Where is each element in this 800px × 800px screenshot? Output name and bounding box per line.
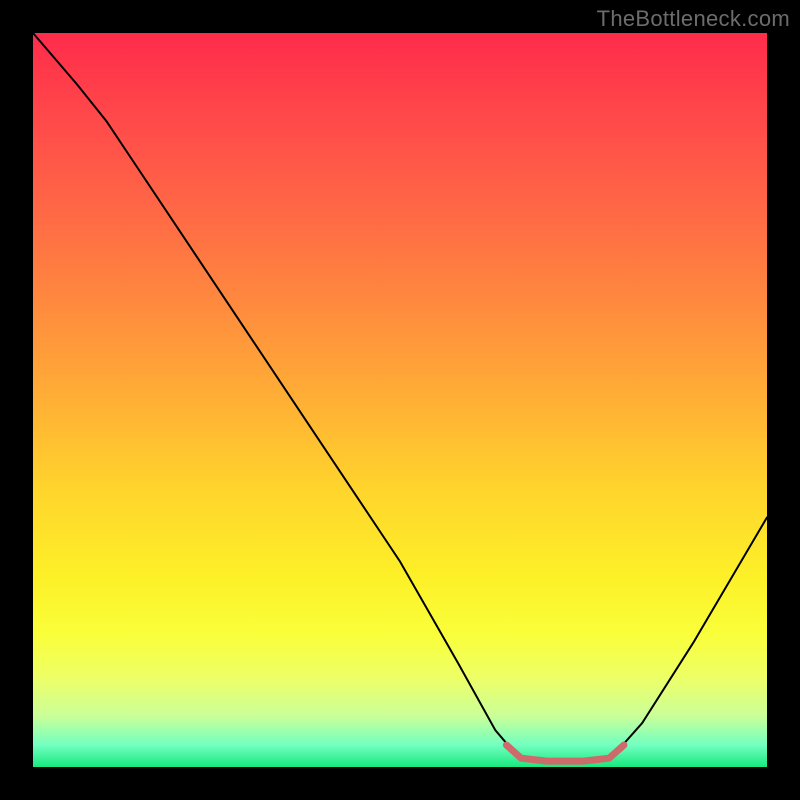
watermark-text: TheBottleneck.com — [597, 6, 790, 32]
outer-black-frame — [0, 0, 800, 800]
